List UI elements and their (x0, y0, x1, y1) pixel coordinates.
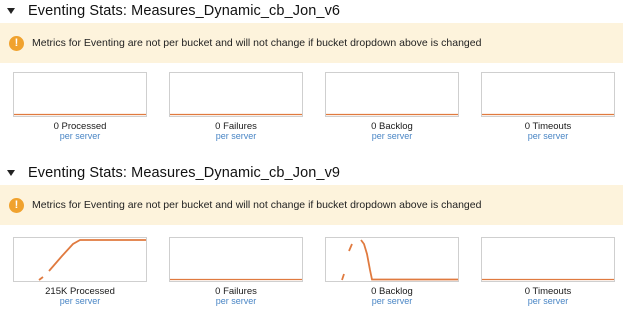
sparkline-chart (169, 237, 303, 282)
sparkline-svg (326, 113, 458, 116)
stat-tile-processed[interactable]: 0 Processed per server (13, 72, 147, 145)
caret-down-icon (7, 8, 15, 14)
sparkline-segment (341, 273, 345, 281)
section-title: Eventing Stats: Measures_Dynamic_cb_Jon_… (28, 3, 341, 19)
sparkline-chart (325, 237, 459, 282)
sparkline-line (48, 239, 146, 272)
sparkline-svg (341, 239, 458, 281)
sparkline-chart (481, 237, 615, 282)
sparkline-svg (38, 239, 146, 281)
sparkline-chart (13, 237, 147, 282)
info-notice: ! Metrics for Eventing are not per bucke… (0, 23, 623, 63)
warning-icon: ! (9, 35, 24, 51)
sparkline-chart (325, 72, 459, 117)
stat-tile-backlog[interactable]: 0 Backlog per server (325, 72, 459, 145)
sparkline-chart (169, 72, 303, 117)
info-notice: ! Metrics for Eventing are not per bucke… (0, 185, 623, 225)
stat-tile-failures[interactable]: 0 Failures per server (169, 237, 303, 310)
warning-icon: ! (9, 197, 24, 213)
caret-down-icon (7, 170, 15, 176)
sparkline-line (360, 239, 458, 281)
sparkline-svg (170, 113, 302, 116)
stat-sublabel: per server (59, 131, 101, 141)
notice-text: Metrics for Eventing are not per bucket … (32, 199, 482, 211)
notice-text: Metrics for Eventing are not per bucket … (32, 37, 482, 49)
sparkline-svg (482, 113, 614, 116)
section-header-toggle[interactable]: Eventing Stats: Measures_Dynamic_cb_Jon_… (0, 0, 626, 22)
sparkline-segment (348, 243, 353, 252)
stat-sublabel: per server (215, 131, 257, 141)
stat-sublabel: per server (527, 131, 569, 141)
stat-sublabel: per server (215, 296, 257, 306)
sparkline-chart (481, 72, 615, 117)
sparkline-svg (14, 113, 146, 116)
stat-tile-backlog[interactable]: 0 Backlog per server (325, 237, 459, 310)
sparkline-svg (170, 278, 302, 281)
stat-tile-timeouts[interactable]: 0 Timeouts per server (481, 237, 615, 310)
stat-tile-processed[interactable]: 215K Processed per server (13, 237, 147, 310)
stat-sublabel: per server (371, 131, 413, 141)
stat-sublabel: per server (371, 296, 413, 306)
section-header-toggle[interactable]: Eventing Stats: Measures_Dynamic_cb_Jon_… (0, 162, 626, 184)
stat-sublabel: per server (59, 296, 101, 306)
stat-tile-failures[interactable]: 0 Failures per server (169, 72, 303, 145)
section-title: Eventing Stats: Measures_Dynamic_cb_Jon_… (28, 165, 341, 181)
sparkline-svg (482, 278, 614, 281)
stat-sublabel: per server (527, 296, 569, 306)
sparkline-segment (38, 276, 44, 281)
sparkline-chart (13, 72, 147, 117)
stat-tile-timeouts[interactable]: 0 Timeouts per server (481, 72, 615, 145)
